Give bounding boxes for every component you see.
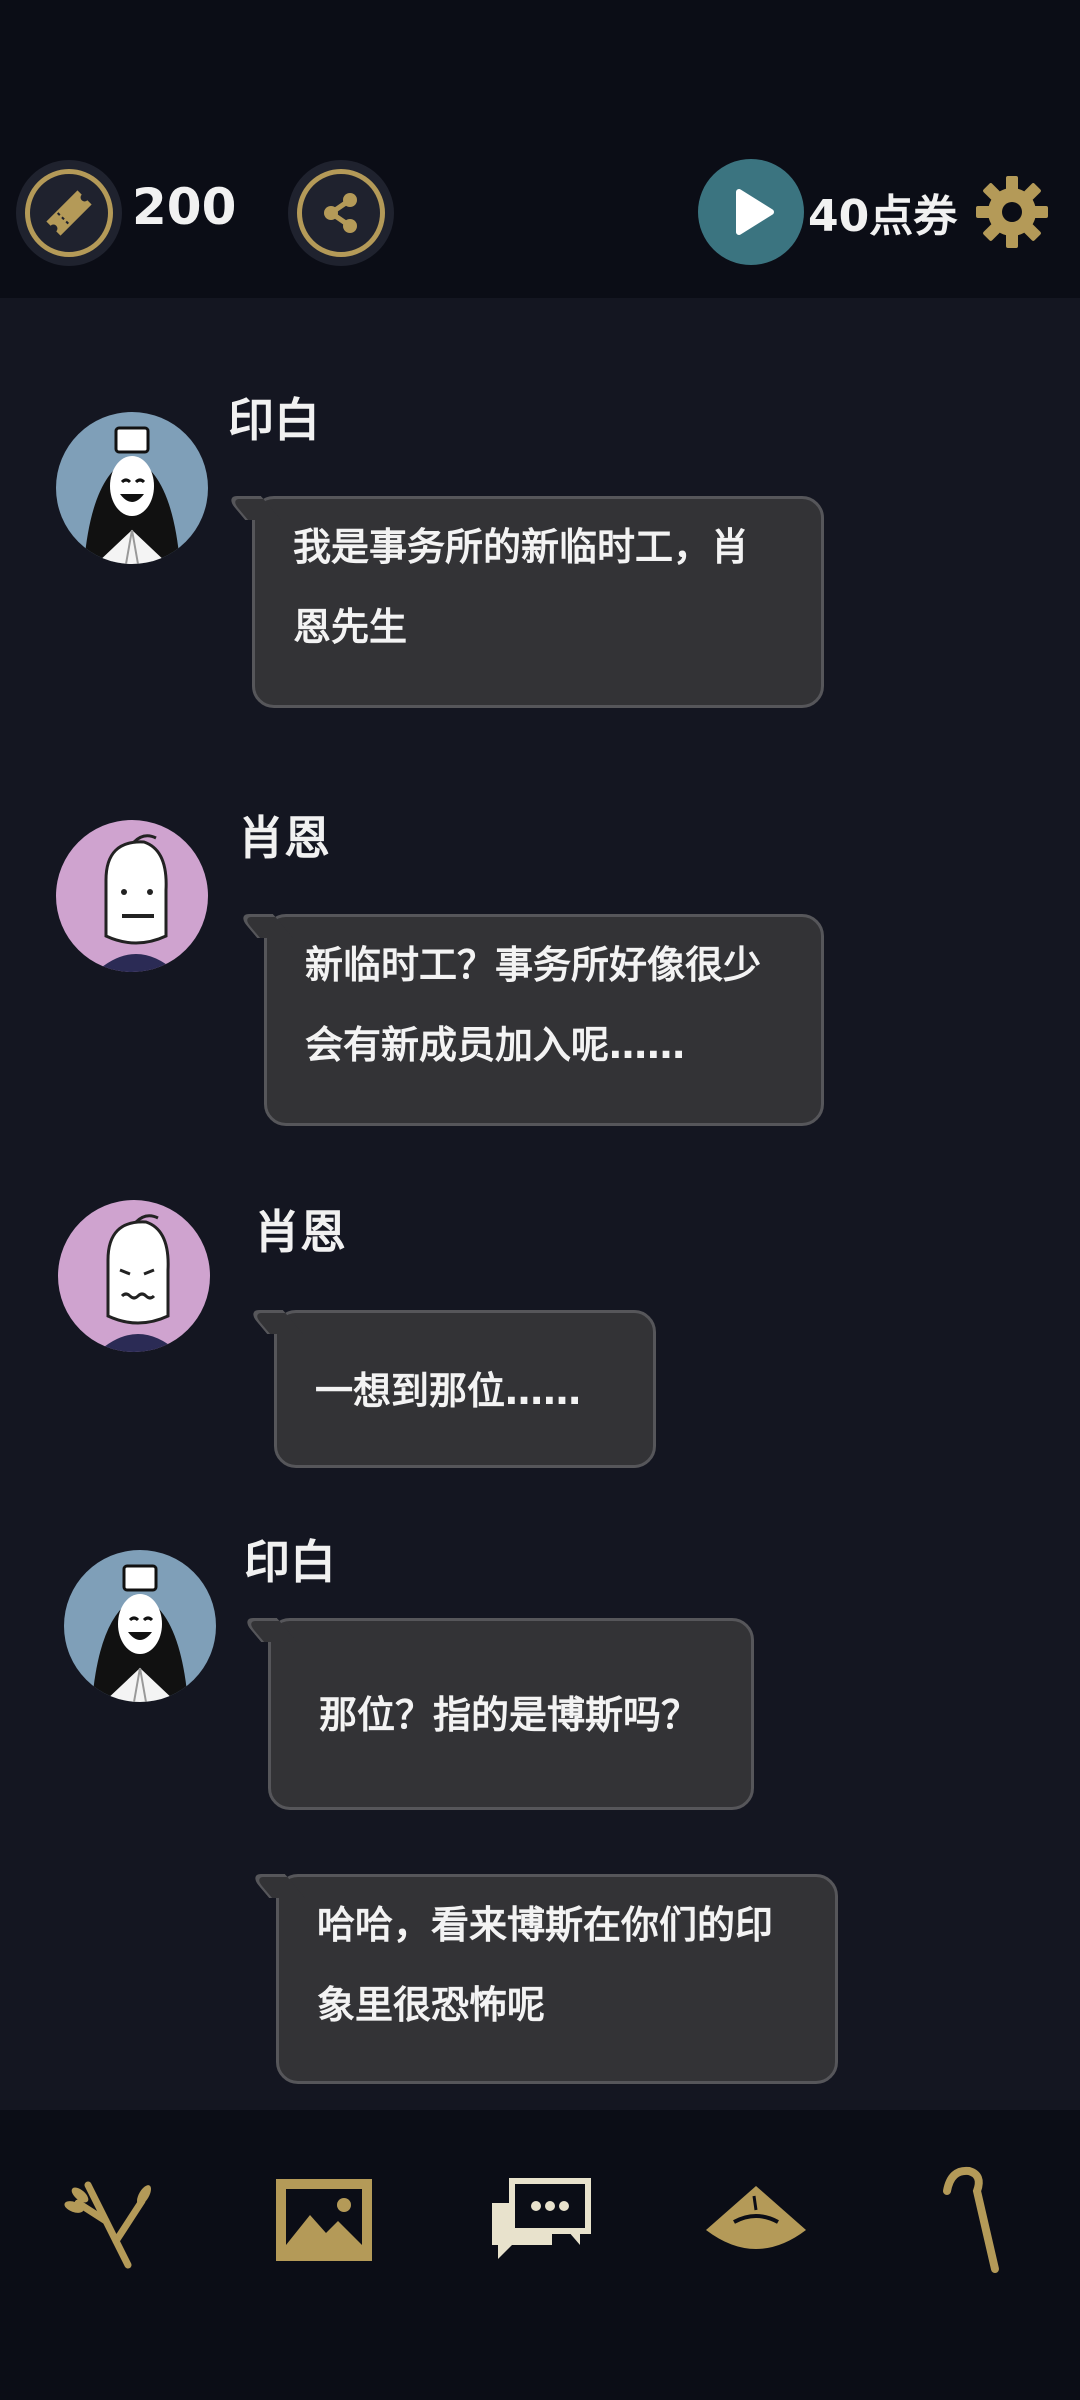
message-bubble: 哈哈，看来博斯在你们的印 象里很恐怖呢 [248, 1874, 838, 2084]
speaker-name: 肖恩 [254, 1205, 346, 1259]
nav-item-gallery[interactable] [264, 2160, 384, 2280]
message-text-line: 象里很恐怖呢 [317, 1983, 546, 2027]
message-text-line: 恩先生 [293, 605, 408, 649]
message-bubble: 我是事务所的新临时工，肖 恩先生 [224, 496, 824, 708]
message-bubble: 新临时工？事务所好像很少 会有新成员加入呢…… [236, 914, 824, 1126]
nav-item-hat[interactable] [696, 2160, 816, 2280]
speaker-name: 印白 [244, 1535, 336, 1589]
branch-icon [64, 2181, 151, 2269]
speaker-name: 肖恩 [238, 811, 330, 865]
nav-item-cane[interactable] [912, 2160, 1032, 2280]
message-text-line: 新临时工？事务所好像很少 [305, 943, 762, 987]
ticket-count: 200 [132, 178, 237, 236]
ticket-button[interactable] [16, 160, 122, 266]
voucher-label: 40点券 [808, 191, 958, 242]
message-text-line: 那位？指的是博斯吗？ [319, 1693, 700, 1737]
avatar-yinbai [64, 1550, 216, 1702]
message-text-line: 我是事务所的新临时工，肖 [293, 525, 750, 569]
ticket-icon [25, 169, 113, 257]
message-text-line: 一想到那位…… [315, 1369, 582, 1413]
share-button[interactable] [288, 160, 394, 266]
status-bar-area [0, 0, 1080, 150]
share-icon [297, 169, 385, 257]
gallery-icon [276, 2179, 372, 2261]
gear-icon [976, 176, 1048, 248]
avatar-xiaoen [56, 820, 208, 972]
message-text-line: 会有新成员加入呢…… [305, 1023, 686, 1067]
message-bubble: 那位？指的是博斯吗？ [240, 1618, 754, 1810]
play-icon [736, 189, 774, 235]
message-bubble: 一想到那位…… [246, 1310, 656, 1468]
hat-icon [706, 2186, 806, 2249]
bottom-nav [0, 2110, 1080, 2400]
play-button[interactable] [698, 159, 804, 265]
settings-button[interactable] [974, 174, 1050, 250]
chat-area[interactable]: 印白 我是事务所的新临时工，肖 恩先生 肖恩 新临时工？事务所好像很少 会有新成… [0, 298, 1080, 2110]
avatar-xiaoen [58, 1200, 210, 1352]
speaker-name: 印白 [228, 393, 320, 447]
app-screen: 200 40点券 印白 我是事务所的新临时工，肖 恩先生 肖恩 新临时工？事务所… [0, 0, 1080, 2400]
avatar-yinbai [56, 412, 208, 564]
top-bar: 200 40点券 [0, 150, 1080, 298]
chat-icon [492, 2178, 591, 2259]
nav-item-branch[interactable] [48, 2160, 168, 2280]
cane-icon [943, 2166, 999, 2273]
nav-item-chat[interactable] [480, 2160, 600, 2280]
message-text-line: 哈哈，看来博斯在你们的印 [317, 1903, 774, 1947]
